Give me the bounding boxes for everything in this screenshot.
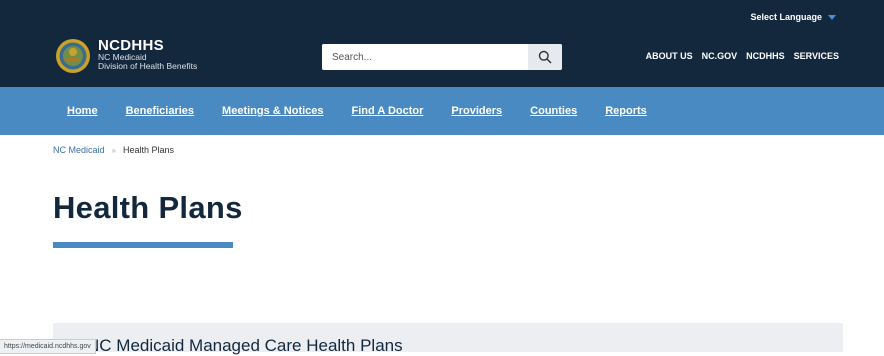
- breadcrumb: NC Medicaid » Health Plans: [53, 145, 174, 155]
- search-button[interactable]: [528, 44, 562, 70]
- language-selector-label: Select Language: [750, 12, 822, 22]
- site-header: Select Language NCDHHS NC Medicaid Divis…: [0, 0, 884, 87]
- nav-item-beneficiaries[interactable]: Beneficiaries: [126, 105, 194, 117]
- title-underline: [53, 242, 233, 248]
- section-title: NC Medicaid Managed Care Health Plans: [87, 336, 403, 355]
- search-icon: [538, 50, 552, 64]
- brand-name: NCDHHS: [98, 37, 164, 54]
- main-nav: Home Beneficiaries Meetings & Notices Fi…: [0, 87, 884, 135]
- brand-block[interactable]: NCDHHS NC Medicaid Division of Health Be…: [98, 38, 197, 71]
- utility-link-about-us[interactable]: ABOUT US: [646, 51, 693, 61]
- brand-line-2: Division of Health Benefits: [98, 61, 198, 71]
- utility-links: ABOUT US NC.GOV NCDHHS SERVICES: [646, 51, 839, 61]
- nav-item-providers[interactable]: Providers: [451, 105, 502, 117]
- breadcrumb-current: Health Plans: [122, 145, 175, 155]
- search-box: [322, 44, 562, 70]
- caret-down-icon: [828, 14, 836, 20]
- nav-item-counties[interactable]: Counties: [530, 105, 577, 117]
- utility-link-nc-gov[interactable]: NC.GOV: [702, 51, 738, 61]
- breadcrumb-separator-icon: »: [111, 145, 116, 155]
- search-input[interactable]: [322, 44, 528, 70]
- section-panel: NC Medicaid Managed Care Health Plans: [53, 323, 843, 355]
- nav-item-meetings-notices[interactable]: Meetings & Notices: [222, 105, 323, 117]
- nav-item-reports[interactable]: Reports: [605, 105, 647, 117]
- page-title: Health Plans: [53, 190, 243, 225]
- nc-state-seal-icon[interactable]: [55, 38, 91, 74]
- nav-item-home[interactable]: Home: [67, 105, 98, 117]
- language-selector[interactable]: Select Language: [750, 12, 836, 22]
- breadcrumb-home-link[interactable]: NC Medicaid: [53, 145, 105, 155]
- utility-link-services[interactable]: SERVICES: [794, 51, 839, 61]
- utility-link-ncdhhs[interactable]: NCDHHS: [746, 51, 785, 61]
- nav-item-find-a-doctor[interactable]: Find A Doctor: [352, 105, 424, 117]
